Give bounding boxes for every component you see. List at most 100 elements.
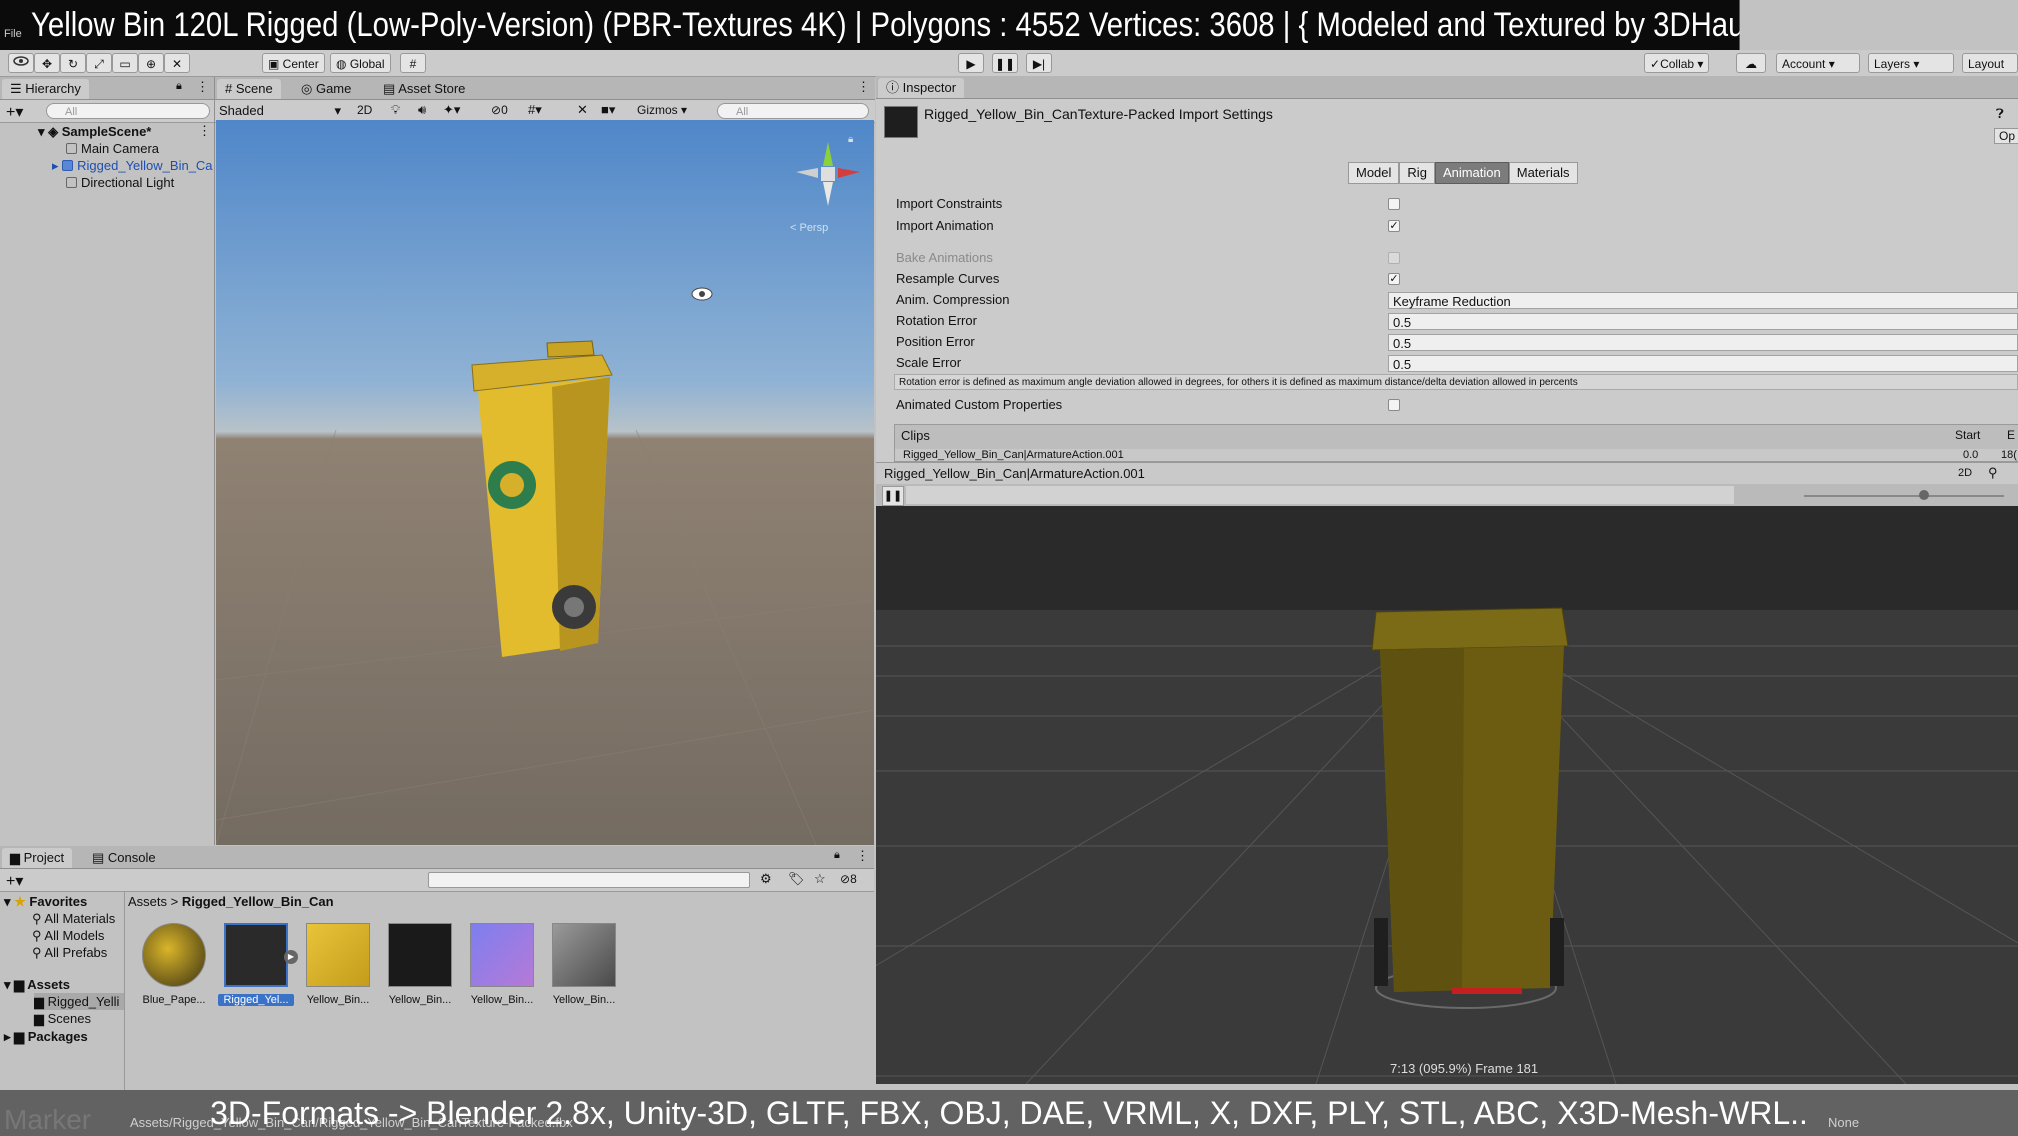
tab-animation[interactable]: Animation <box>1434 162 1509 184</box>
grid-toggle-icon[interactable]: #▾ <box>528 102 542 118</box>
tab-scene[interactable]: # Scene <box>217 79 281 99</box>
transform-tool-button[interactable]: ⊕ <box>138 53 164 73</box>
help-icon[interactable]: ❓︎ <box>1996 106 2004 122</box>
kebab-menu-icon[interactable]: ⋮ <box>196 79 209 95</box>
create-button[interactable]: +▾ <box>6 102 23 122</box>
view-tool-button[interactable] <box>8 53 34 73</box>
grid-snap-button[interactable]: # <box>400 53 426 73</box>
lock-icon[interactable]: 🔒︎ <box>176 80 182 93</box>
asset-thumb-ao[interactable] <box>552 923 616 987</box>
favorite-all-models[interactable]: ⚲ All Models <box>32 927 104 944</box>
mode-2d-toggle[interactable]: 2D <box>357 103 372 117</box>
anim-compression-dropdown[interactable]: Keyframe Reduction <box>1388 292 2018 309</box>
asset-thumb-rigged-model[interactable] <box>224 923 288 987</box>
shading-mode-dropdown[interactable]: Shaded ▾ <box>219 102 345 120</box>
rotation-error-field[interactable]: 0.5 <box>1388 313 2018 330</box>
tree-item-rigged-bin[interactable]: ▸ Rigged_Yellow_Bin_Ca <box>52 157 213 174</box>
pivot-global-button[interactable]: ◍ Global <box>330 53 391 73</box>
breadcrumb-assets[interactable]: Assets <box>128 894 167 909</box>
effects-dropdown-icon[interactable]: ✦▾ <box>443 102 460 118</box>
hidden-objects-toggle[interactable]: ⊘0 <box>491 103 508 117</box>
favorite-all-prefabs[interactable]: ⚲ All Prefabs <box>32 944 107 961</box>
resample-curves-checkbox[interactable]: ✓ <box>1388 273 1400 285</box>
account-dropdown[interactable]: Account ▾ <box>1776 53 1860 73</box>
lock-icon[interactable]: 🔒︎ <box>834 849 840 862</box>
pivot-center-button[interactable]: ▣ Center <box>262 53 325 73</box>
step-button[interactable]: ▶| <box>1026 53 1052 73</box>
custom-tool-button[interactable]: ✕ <box>164 53 190 73</box>
perspective-label[interactable]: < Persp <box>790 222 828 234</box>
clip-row[interactable]: Rigged_Yellow_Bin_Can|ArmatureAction.001… <box>895 449 2018 461</box>
create-button[interactable]: +▾ <box>6 871 23 891</box>
audio-toggle-icon[interactable]: 🔊︎ <box>418 102 426 118</box>
hierarchy-search-input[interactable]: All <box>46 103 210 119</box>
lock-icon[interactable]: 🔒︎ <box>848 134 853 145</box>
packages-node[interactable]: ▸ ▆ Packages <box>4 1028 88 1045</box>
folder-scenes[interactable]: ▆ Scenes <box>34 1010 91 1027</box>
tab-rig[interactable]: Rig <box>1399 162 1435 184</box>
type-filter-icon[interactable]: ⚙ <box>760 871 772 887</box>
cloud-button[interactable]: ☁ <box>1736 53 1766 73</box>
asset-thumb-normal[interactable] <box>470 923 534 987</box>
play-preview-icon[interactable]: ▶ <box>284 950 298 964</box>
play-button[interactable]: ▶ <box>958 53 984 73</box>
tab-asset-store[interactable]: ▤ Asset Store <box>375 79 473 99</box>
scene-search-input[interactable]: All <box>717 103 869 119</box>
breadcrumb-current[interactable]: Rigged_Yellow_Bin_Can <box>182 894 334 909</box>
speed-slider-track[interactable] <box>1804 495 2004 497</box>
tab-inspector[interactable]: ⓘ Inspector <box>878 78 965 98</box>
label-filter-icon[interactable]: 🏷︎ <box>788 871 805 887</box>
hidden-packages-toggle[interactable]: ⊘8 <box>840 872 857 886</box>
tab-materials[interactable]: Materials <box>1508 162 1578 184</box>
tab-project[interactable]: ▆ Project <box>2 848 73 868</box>
collab-dropdown[interactable]: ✓Collab ▾ <box>1644 53 1710 73</box>
lighting-toggle-icon[interactable]: 💡︎ <box>391 102 400 118</box>
timeline-bar[interactable] <box>906 486 1734 504</box>
project-search-input[interactable] <box>428 872 750 888</box>
tab-hierarchy[interactable]: ☰ Hierarchy <box>2 79 89 99</box>
tree-item-directional-light[interactable]: Directional Light <box>66 174 174 191</box>
layers-dropdown[interactable]: Layers ▾ <box>1868 53 1954 73</box>
folder-rigged-yellow-bin[interactable]: ▆ Rigged_Yelli <box>34 993 124 1010</box>
animation-preview-viewport[interactable]: 7:13 (095.9%) Frame 181 <box>876 506 2018 1084</box>
preview-2d-toggle[interactable]: 2D <box>1958 467 1972 479</box>
assets-node[interactable]: ▾ ▆ Assets <box>4 976 70 993</box>
pause-button[interactable]: ❚❚ <box>992 53 1018 73</box>
favorites-node[interactable]: ▾ ★ Favorites <box>4 893 87 910</box>
camera-dropdown-icon[interactable]: ■▾ <box>601 102 615 118</box>
tab-game[interactable]: ◎ Game <box>293 79 359 99</box>
avatar-icon[interactable]: ⚲ <box>1988 465 1998 481</box>
rect-tool-button[interactable]: ▭ <box>112 53 138 73</box>
asset-thumb-blue-paper[interactable] <box>142 923 206 987</box>
kebab-menu-icon[interactable]: ⋮ <box>857 79 870 95</box>
yellow-bin-model[interactable] <box>452 335 672 675</box>
rotate-tool-button[interactable]: ↻ <box>60 53 86 73</box>
tab-console[interactable]: ▤ Console <box>84 848 164 868</box>
tree-item-main-camera[interactable]: Main Camera <box>66 140 159 157</box>
favorite-star-icon[interactable]: ☆ <box>814 871 826 887</box>
bake-animations-checkbox[interactable] <box>1388 252 1400 264</box>
scene-menu-icon[interactable]: ⋮ <box>198 123 211 139</box>
gizmos-dropdown[interactable]: Gizmos ▾ <box>637 103 687 117</box>
favorite-all-materials[interactable]: ⚲ All Materials <box>32 910 115 927</box>
asset-thumb-roughness[interactable] <box>388 923 452 987</box>
tab-model[interactable]: Model <box>1348 162 1400 184</box>
position-error-field[interactable]: 0.5 <box>1388 334 2018 351</box>
move-tool-button[interactable]: ✥ <box>34 53 60 73</box>
scene-orientation-gizmo[interactable] <box>788 134 868 214</box>
import-constraints-checkbox[interactable] <box>1388 198 1400 210</box>
file-menu[interactable]: File <box>4 28 22 40</box>
pause-button[interactable]: ❚❚ <box>882 486 904 506</box>
tools-icon[interactable]: ✕ <box>577 102 588 118</box>
scene-viewport[interactable]: < Persp 🔒︎ <box>216 120 874 845</box>
import-animation-checkbox[interactable]: ✓ <box>1388 220 1400 232</box>
tree-item-scene[interactable]: ▾ ◈ SampleScene* <box>38 123 151 140</box>
animated-custom-properties-checkbox[interactable] <box>1388 399 1400 411</box>
layout-dropdown[interactable]: Layout <box>1962 53 2018 73</box>
asset-thumb-base-color[interactable] <box>306 923 370 987</box>
scale-tool-button[interactable]: ⤢ <box>86 53 112 73</box>
scale-error-field[interactable]: 0.5 <box>1388 355 2018 372</box>
kebab-menu-icon[interactable]: ⋮ <box>856 848 869 864</box>
speed-slider-handle[interactable] <box>1919 490 1929 500</box>
open-button[interactable]: Op <box>1994 128 2018 144</box>
